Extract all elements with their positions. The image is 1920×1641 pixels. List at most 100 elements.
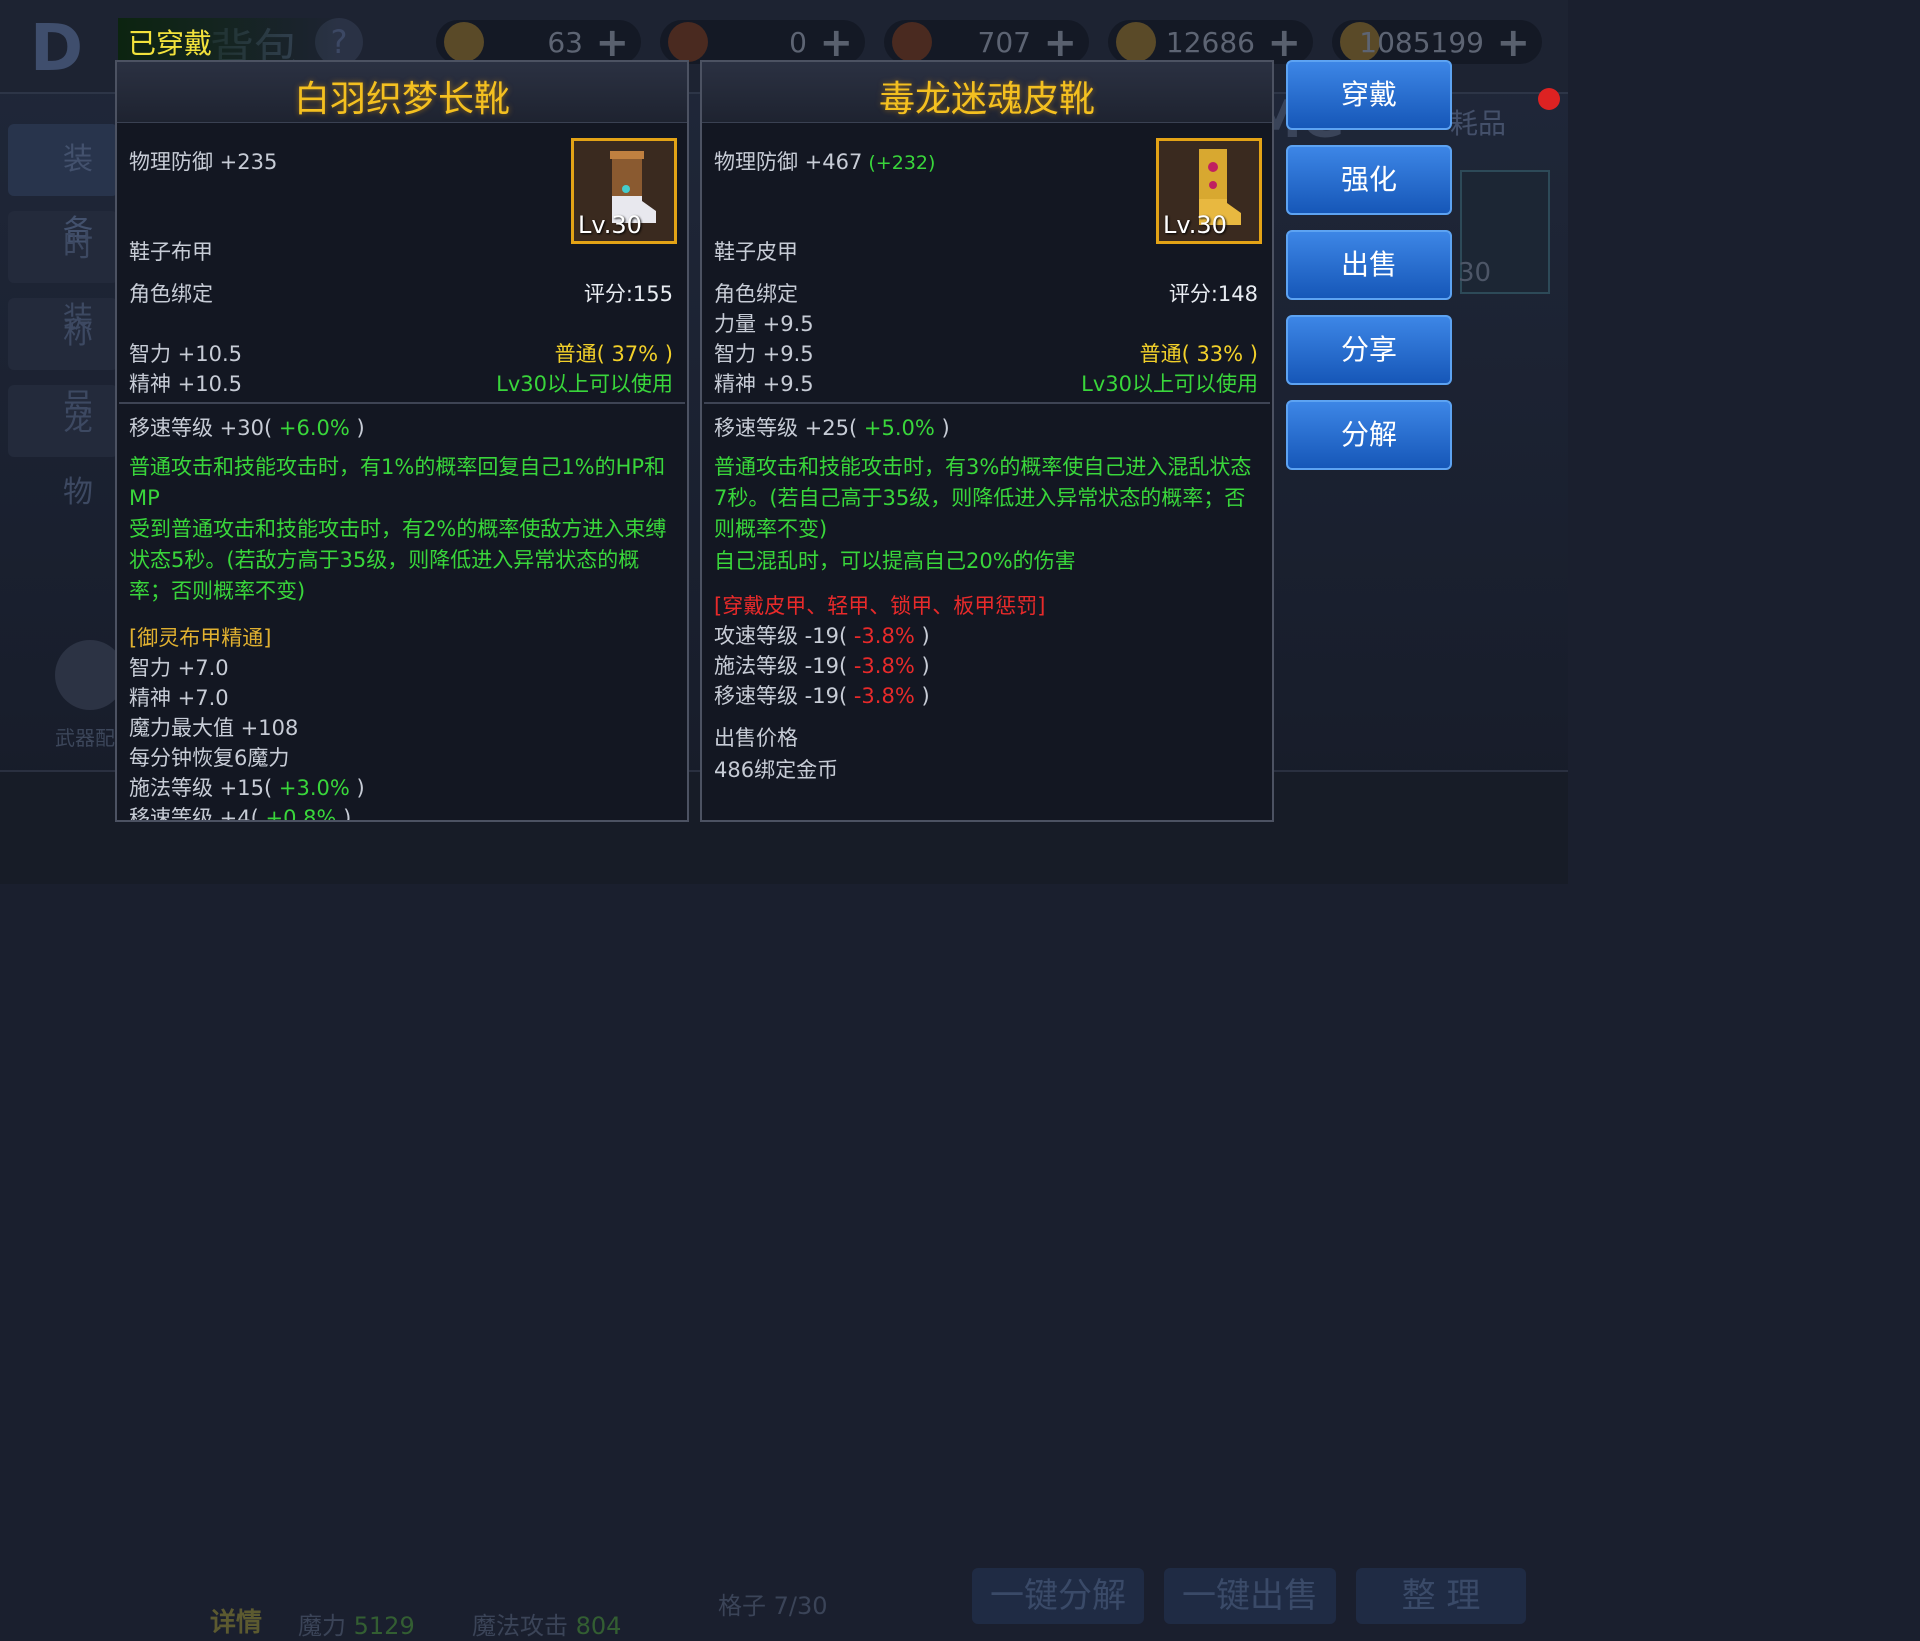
worn-label-banner: 已穿戴 — [118, 18, 338, 60]
currency-value: 707 — [977, 26, 1031, 59]
effect-2: 自己混乱时，可以提高自己20%的伤害 — [714, 549, 1076, 573]
panel-header: 毒龙迷魂皮靴 — [702, 62, 1272, 123]
move-speed-pct: +0.8% — [258, 806, 344, 822]
disassemble-button[interactable]: 分解 — [1286, 400, 1452, 470]
attack-speed-pct: -3.8% — [847, 624, 922, 648]
currency-1: 63 + — [436, 20, 641, 66]
currency-5: 1085199 + — [1332, 20, 1542, 66]
stat-spirit: 精神 +9.5 — [714, 372, 814, 396]
physical-defense: 物理防御 +467 (+232) — [714, 146, 935, 176]
defense-diff: (+232) — [862, 152, 936, 174]
boots-icon: Lv.30 — [571, 138, 677, 244]
tab-pet[interactable]: 宠物 — [8, 385, 118, 510]
sell-price-label: 出售价格 — [714, 726, 798, 750]
move-speed-label: 移速等级 +25( — [714, 416, 858, 440]
attack-speed-label: 攻速等级 -19( — [714, 624, 848, 648]
mastery-stat-5: 施法等级 +15( +3.0% ) — [129, 772, 365, 802]
currency-value: 1085199 — [1359, 26, 1484, 59]
penalty-label: [穿戴皮甲、轻甲、锁甲、板甲惩罚] — [714, 594, 1046, 618]
grid-label: 格子 — [718, 1592, 766, 1620]
mastery-label: [御灵布甲精通] — [129, 626, 272, 650]
equip-button[interactable]: 穿戴 — [1286, 60, 1452, 130]
matk-label: 魔法攻击 — [472, 1612, 568, 1640]
grid-stat: 格子 7/30 — [718, 1586, 828, 1621]
sell-button[interactable]: 出售 — [1286, 230, 1452, 300]
add-currency-button[interactable]: + — [1496, 20, 1530, 66]
panel-header: 白羽织梦长靴 — [117, 62, 687, 123]
mana-value: 5129 — [353, 1612, 415, 1640]
move-speed-label: 移速等级 +4( — [129, 806, 259, 822]
sell-price-value: 486绑定金币 — [714, 758, 839, 782]
mastery-stat-1: 智力 +7.0 — [129, 656, 229, 680]
paren: ) — [356, 776, 365, 800]
boots-icon: Lv.30 — [1156, 138, 1262, 244]
detail-tab[interactable]: 详情 — [210, 1602, 262, 1639]
notification-dot — [1538, 88, 1560, 110]
item-title: 毒龙迷魂皮靴 — [878, 79, 1095, 120]
effect-1: 普通攻击和技能攻击时，有3%的概率使自己进入混乱状态7秒。(若自己高于35级，则… — [714, 455, 1252, 541]
move-speed-pct: -3.8% — [847, 684, 922, 708]
mana-label: 魔力 — [298, 1612, 346, 1640]
grid-value: 7/30 — [773, 1592, 828, 1620]
tab-fashion[interactable]: 时装 — [8, 211, 118, 336]
physical-defense: 物理防御 +235 — [129, 150, 278, 174]
move-speed-pct: +5.0% — [857, 416, 942, 440]
bind-status: 角色绑定 — [129, 282, 213, 306]
scroll-icon — [892, 22, 932, 62]
coin-icon — [444, 22, 484, 62]
stat-spirit: 精神 +10.5 — [129, 372, 243, 396]
effect-1: 普通攻击和技能攻击时，有1%的概率回复自己1%的HP和MP — [129, 455, 666, 510]
divider — [119, 402, 685, 404]
paren: ) — [921, 684, 930, 708]
bind-status: 角色绑定 — [714, 282, 798, 306]
mastery-stat-2: 精神 +7.0 — [129, 686, 229, 710]
level-requirement: Lv30以上可以使用 — [1081, 372, 1258, 396]
weapon-config-label: 武器配 — [55, 726, 115, 750]
left-nav: 装备 时装 称号 宠物 — [8, 124, 118, 510]
sort-button[interactable]: 整 理 — [1356, 1568, 1526, 1624]
move-speed: 移速等级 +30( +6.0% ) — [129, 412, 365, 442]
batch-disassemble-button[interactable]: 一键分解 — [972, 1568, 1144, 1624]
stat-strength: 力量 +9.5 — [714, 312, 814, 336]
mana-stat: 魔力 5129 — [298, 1606, 415, 1641]
paren: ) — [356, 416, 365, 440]
currency-2: 0 + — [660, 20, 865, 66]
logo-icon: D — [30, 12, 84, 86]
penalty-stat-1: 攻速等级 -19( -3.8% ) — [714, 620, 930, 650]
batch-sell-button[interactable]: 一键出售 — [1164, 1568, 1336, 1624]
currency-value: 63 — [547, 26, 583, 59]
enhance-button[interactable]: 强化 — [1286, 145, 1452, 215]
mastery-stat-4: 每分钟恢复6魔力 — [129, 746, 290, 770]
currency-value: 0 — [789, 26, 807, 59]
item-type: 鞋子布甲 — [129, 240, 213, 264]
item-level: Lv.30 — [578, 211, 642, 239]
cast-speed-label: 施法等级 -19( — [714, 654, 848, 678]
item-score: 评分:148 — [1168, 282, 1258, 306]
tab-equipment[interactable]: 装备 — [8, 124, 118, 249]
penalty-stat-2: 施法等级 -19( -3.8% ) — [714, 650, 930, 680]
paren: ) — [343, 806, 352, 822]
mastery-stat-3: 魔力最大值 +108 — [129, 716, 299, 740]
item-type: 鞋子皮甲 — [714, 240, 798, 264]
stat-intelligence: 智力 +9.5 — [714, 342, 814, 366]
level-requirement: Lv30以上可以使用 — [496, 372, 673, 396]
divider — [704, 402, 1270, 404]
item-title: 白羽织梦长靴 — [293, 79, 510, 120]
stat-intelligence: 智力 +10.5 — [129, 342, 243, 366]
compared-item-panel: 毒龙迷魂皮靴 Lv.30 物理防御 +467 (+232) 鞋子皮甲 角色绑定 … — [700, 60, 1274, 822]
item-score: 评分:155 — [583, 282, 673, 306]
quality: 普通( 33% ) — [1139, 342, 1258, 366]
worn-label: 已穿戴 — [128, 27, 213, 60]
paren: ) — [921, 624, 930, 648]
item-level: Lv.30 — [1163, 211, 1227, 239]
mastery-stat-6: 移速等级 +4( +0.8% ) — [129, 802, 352, 822]
cast-speed-pct: -3.8% — [847, 654, 922, 678]
tab-title[interactable]: 称号 — [8, 298, 118, 423]
move-speed-pct: +6.0% — [272, 416, 357, 440]
move-speed-label: 移速等级 +30( — [129, 416, 273, 440]
share-button[interactable]: 分享 — [1286, 315, 1452, 385]
equipped-item-panel: 白羽织梦长靴 Lv.30 物理防御 +235 鞋子布甲 角色绑定 评分:155 … — [115, 60, 689, 822]
tab-consumables[interactable]: 耗品 — [1450, 102, 1506, 142]
penalty-stat-3: 移速等级 -19( -3.8% ) — [714, 680, 930, 710]
defense-value: 物理防御 +467 — [714, 150, 863, 174]
